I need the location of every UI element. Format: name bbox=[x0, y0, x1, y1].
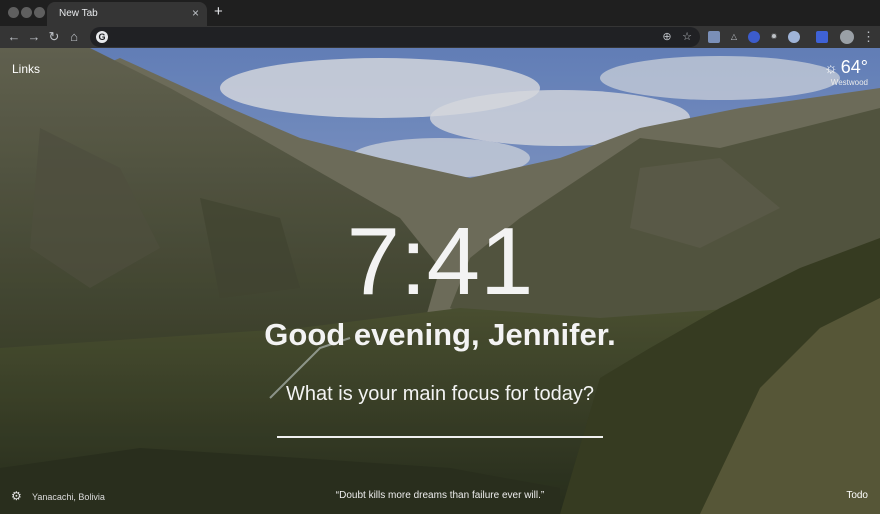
minimize-window-dot[interactable] bbox=[21, 7, 32, 18]
tab-close-icon[interactable]: × bbox=[192, 6, 199, 20]
clock-time: 7:41 bbox=[346, 208, 534, 315]
extension-6-icon[interactable] bbox=[816, 31, 828, 43]
reload-icon[interactable]: ↻ bbox=[46, 28, 62, 46]
weather-widget[interactable]: ☼ 64° Westwood bbox=[824, 56, 868, 87]
address-input[interactable] bbox=[114, 30, 634, 44]
links-button[interactable]: Links bbox=[12, 62, 40, 76]
bookmark-star-icon[interactable]: ☆ bbox=[680, 30, 694, 44]
profile-avatar[interactable] bbox=[840, 30, 854, 44]
extension-1-icon[interactable] bbox=[708, 31, 720, 43]
location-target-icon[interactable]: ⊕ bbox=[660, 30, 674, 44]
tab-strip: New Tab × + bbox=[0, 0, 880, 26]
extension-2-icon[interactable]: △ bbox=[728, 31, 740, 43]
focus-question: What is your main focus for today? bbox=[286, 383, 594, 405]
tab-new-tab[interactable]: New Tab × bbox=[47, 2, 207, 26]
greeting-text: Good evening, Jennifer. bbox=[264, 317, 616, 352]
daily-quote: “Doubt kills more dreams than failure ev… bbox=[335, 490, 545, 501]
tab-title: New Tab bbox=[59, 8, 98, 19]
new-tab-button[interactable]: + bbox=[214, 3, 223, 21]
back-arrow-icon[interactable]: ← bbox=[6, 28, 22, 46]
address-bar[interactable]: G ⊕ ☆ bbox=[90, 27, 700, 47]
focus-input[interactable] bbox=[277, 412, 603, 438]
forward-arrow-icon[interactable]: → bbox=[26, 28, 42, 46]
home-icon[interactable]: ⌂ bbox=[66, 28, 82, 46]
extension-3-icon[interactable] bbox=[748, 31, 760, 43]
extension-5-icon[interactable] bbox=[788, 31, 800, 43]
weather-temperature: 64° bbox=[840, 57, 868, 77]
close-window-dot[interactable] bbox=[8, 7, 19, 18]
browser-toolbar: ← → ↻ ⌂ G ⊕ ☆ △ ✹ ⋮ bbox=[0, 26, 880, 48]
menu-dots-icon[interactable]: ⋮ bbox=[862, 28, 875, 46]
maximize-window-dot[interactable] bbox=[34, 7, 45, 18]
weather-location: Westwood bbox=[830, 78, 868, 87]
extension-4-icon[interactable]: ✹ bbox=[768, 31, 780, 43]
todo-button[interactable]: Todo bbox=[846, 490, 868, 501]
google-icon: G bbox=[96, 31, 108, 43]
sun-icon: ☼ bbox=[824, 60, 838, 77]
